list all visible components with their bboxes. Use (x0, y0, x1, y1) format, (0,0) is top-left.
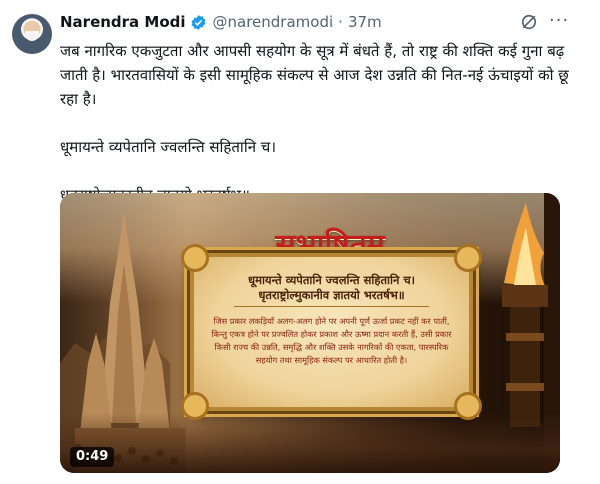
divider (234, 306, 429, 307)
sloka-line: धूमायन्ते व्यपेतानि ज्वलन्ति सहितानि च। (248, 273, 415, 287)
grok-icon[interactable] (519, 12, 539, 32)
video-player[interactable]: सुभाषितम् धूमायन्ते व्यपेतानि ज्वलन्ति स… (60, 193, 560, 473)
author-name[interactable]: Narendra Modi (60, 13, 186, 31)
video-duration: 0:49 (70, 447, 115, 467)
avatar[interactable] (12, 14, 52, 54)
tweet-header: Narendra Modi @narendramodi · 37m (60, 10, 382, 34)
sloka-line: धृतराष्ट्रोल्मुकानीव ज्ञातयो भरतर्षभ॥ (258, 288, 405, 302)
author-handle[interactable]: @narendramodi (213, 13, 334, 31)
post-paragraph: धूमायन्ते व्यपेतानि ज्वलन्ति सहितानि च। (60, 138, 277, 156)
post-paragraph: जब नागरिक एकजुटता और आपसी सहयोग के सूत्र… (60, 42, 569, 108)
separator-dot: · (338, 13, 343, 31)
ornament (454, 244, 482, 272)
sloka-panel: धूमायन्ते व्यपेतानि ज्वलन्ति सहितानि च। … (181, 244, 482, 420)
post-text: जब नागरिक एकजुटता और आपसी सहयोग के सूत्र… (60, 39, 575, 207)
meaning-paragraph: जिस प्रकार लकड़ियाँ अलग-अलग होने पर अपनी… (211, 316, 452, 365)
avatar-beard (25, 31, 39, 41)
ornament (181, 244, 209, 272)
ground-shadow (60, 413, 560, 473)
post-time[interactable]: 37m (348, 13, 382, 31)
ornament (454, 392, 482, 420)
meaning-text: जिस प्रकार लकड़ियाँ अलग-अलग होने पर अपनी… (206, 315, 457, 367)
more-options-icon[interactable]: ··· (549, 10, 569, 31)
verified-badge-icon (191, 14, 205, 30)
ornament (181, 392, 209, 420)
sloka-text: धूमायन्ते व्यपेतानि ज्वलन्ति सहितानि च। … (194, 273, 469, 303)
tweet: Narendra Modi @narendramodi · 37m ··· जब… (0, 0, 600, 484)
